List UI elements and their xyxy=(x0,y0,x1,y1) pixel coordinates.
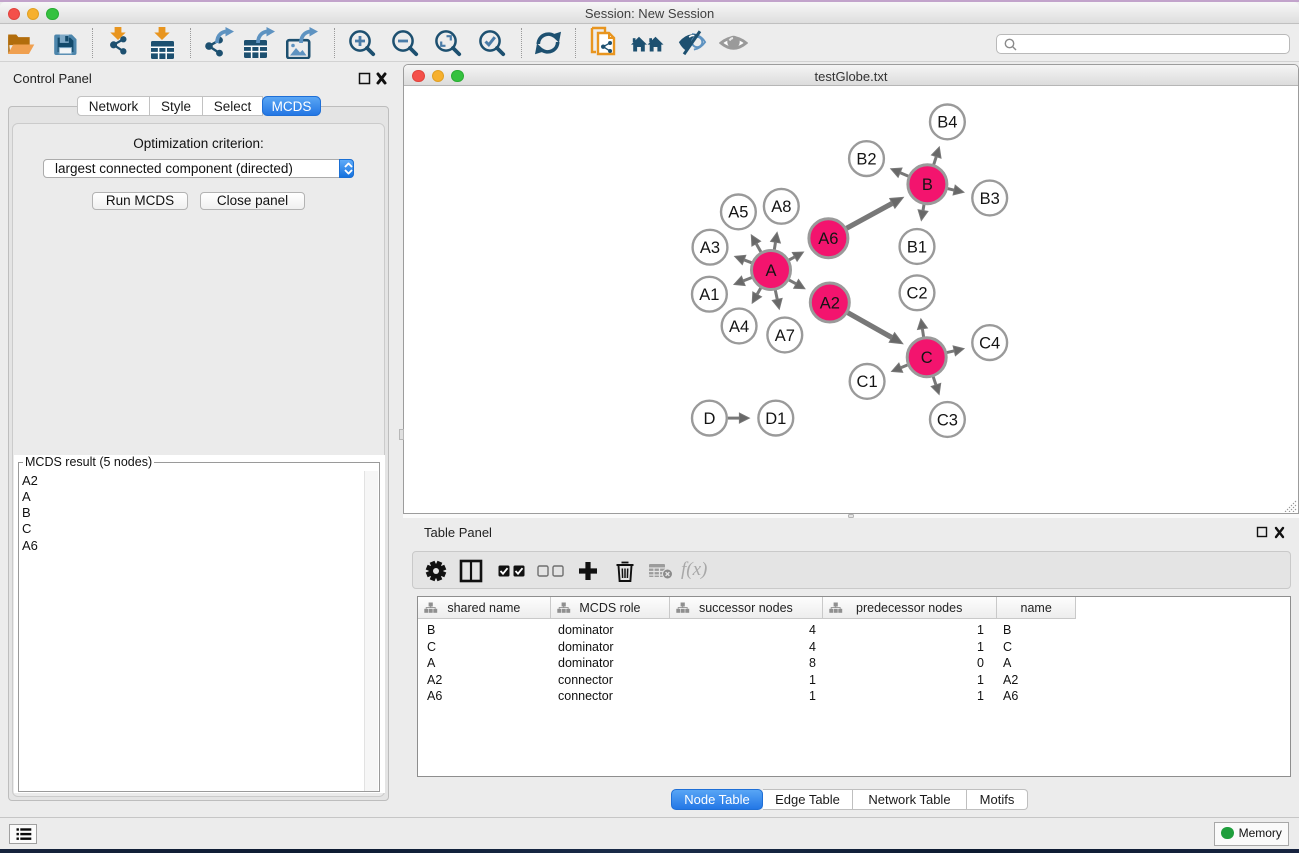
svg-text:A1: A1 xyxy=(699,286,719,304)
svg-text:D: D xyxy=(703,410,715,428)
svg-text:B1: B1 xyxy=(907,238,927,256)
svg-text:C1: C1 xyxy=(857,373,878,391)
svg-text:C2: C2 xyxy=(906,285,927,303)
svg-text:A8: A8 xyxy=(771,198,791,216)
svg-text:A6: A6 xyxy=(818,230,838,248)
svg-text:A4: A4 xyxy=(729,318,749,336)
svg-text:A3: A3 xyxy=(700,239,720,257)
svg-text:A: A xyxy=(765,262,776,280)
svg-text:B3: B3 xyxy=(980,190,1000,208)
svg-text:A2: A2 xyxy=(820,294,840,312)
svg-text:C3: C3 xyxy=(937,411,958,429)
svg-text:A7: A7 xyxy=(775,327,795,345)
svg-text:B2: B2 xyxy=(856,150,876,168)
svg-text:C: C xyxy=(921,349,933,367)
svg-text:C4: C4 xyxy=(979,334,1000,352)
svg-text:D1: D1 xyxy=(765,410,786,428)
svg-text:B4: B4 xyxy=(937,114,957,132)
svg-text:B: B xyxy=(922,176,933,194)
svg-text:A5: A5 xyxy=(728,204,748,222)
